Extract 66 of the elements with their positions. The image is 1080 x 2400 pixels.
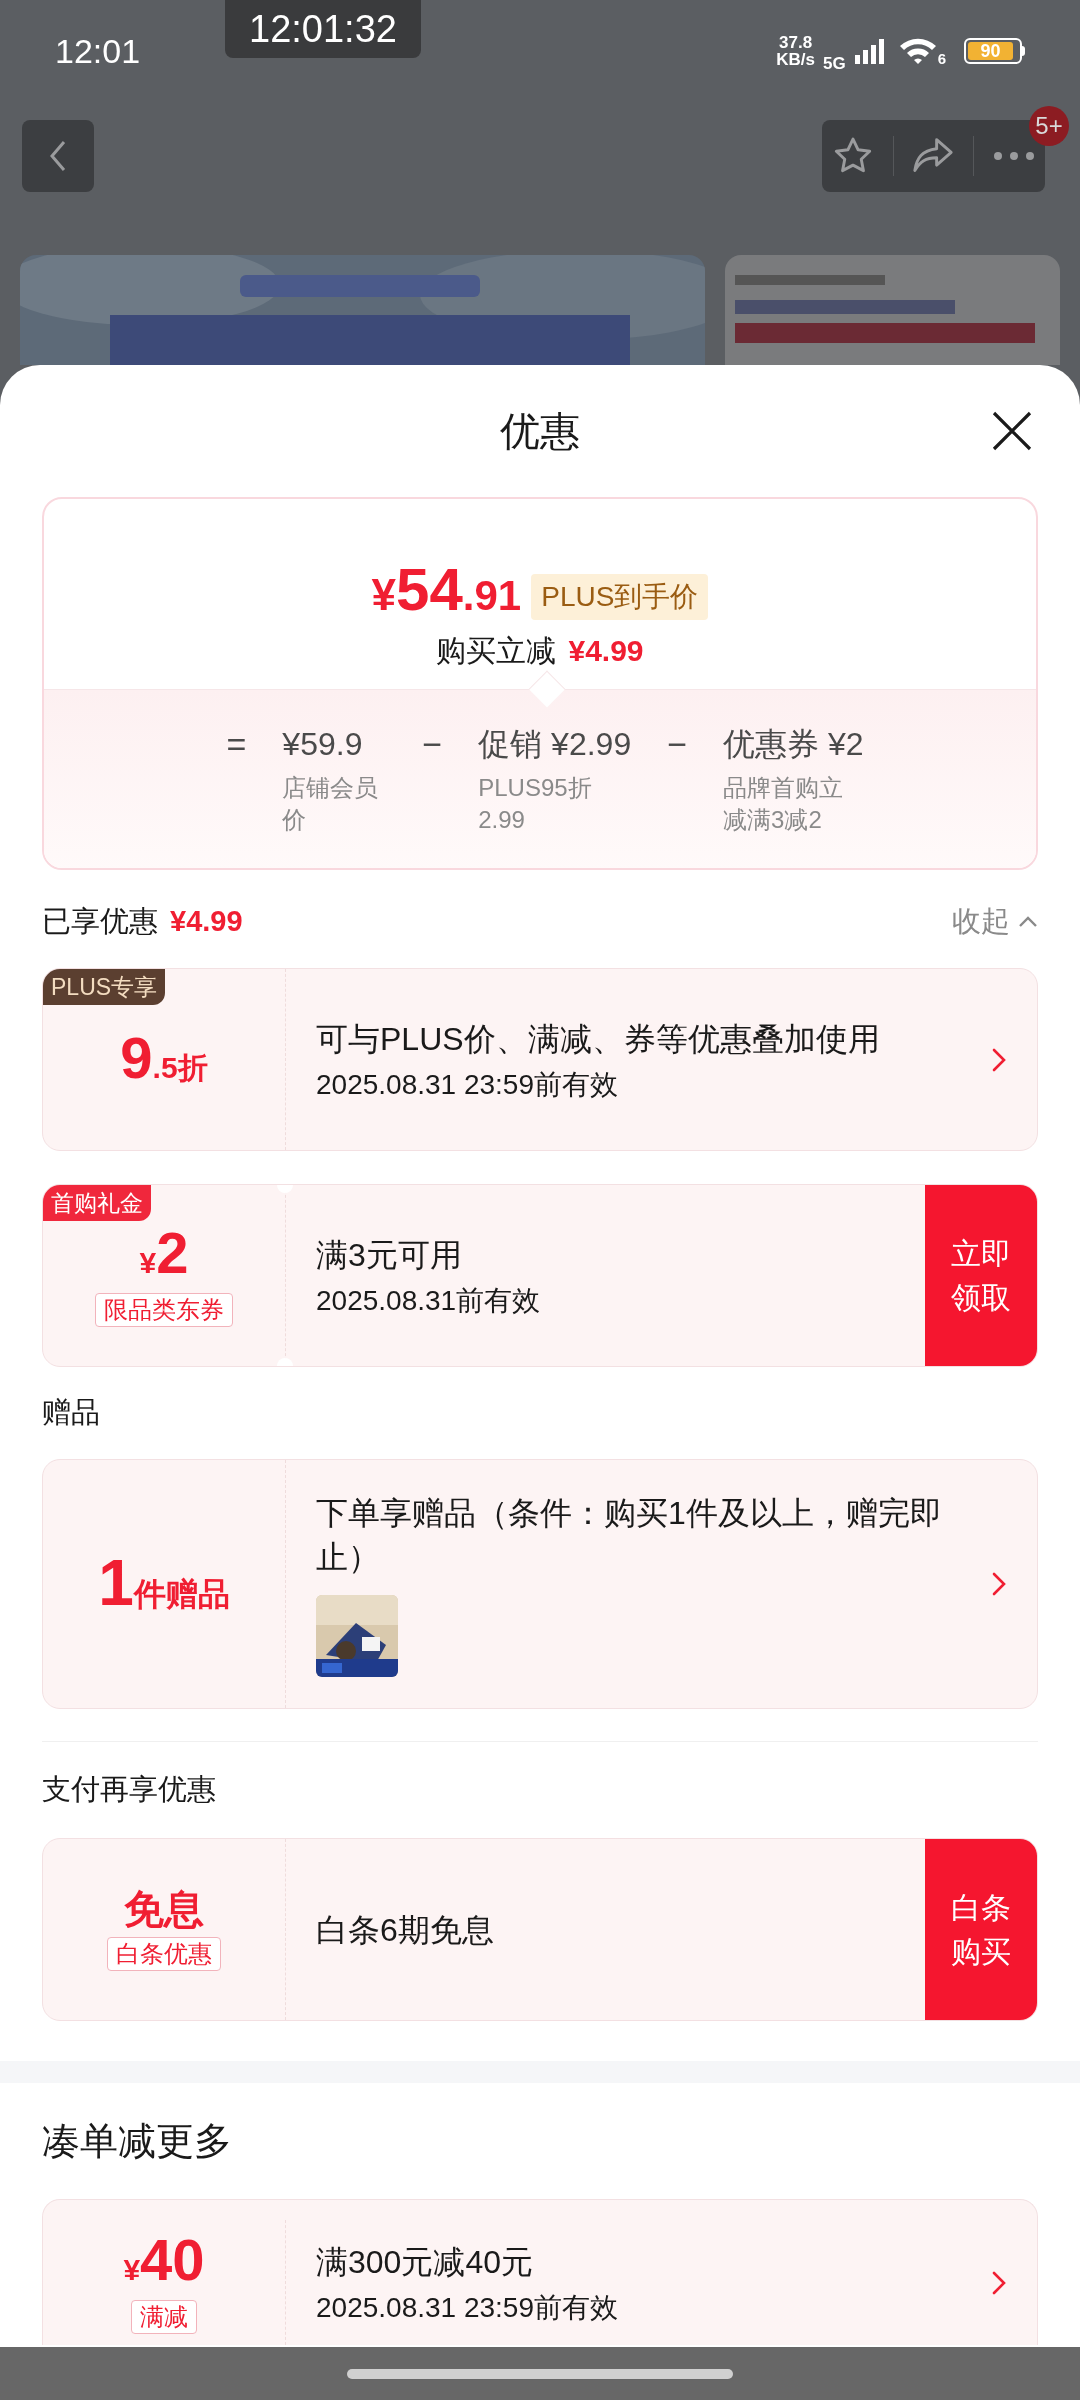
- coupon-validity: 2025.08.31 23:59前有效: [316, 1067, 619, 1102]
- coupon-title: 满300元减40元: [316, 2242, 534, 2282]
- breakdown-note: 品牌首购立减满3减2: [723, 773, 845, 835]
- operator: −: [422, 724, 443, 765]
- currency-symbol: ¥: [371, 570, 397, 621]
- coupon-validity: 2025.08.31 23:59前有效: [316, 2290, 619, 2325]
- coupon-unit: .5折: [152, 1050, 208, 1086]
- coupon-card[interactable]: ¥40 满减 满300元减40元 2025.08.31 23:59前有效: [42, 2199, 1038, 2345]
- breakdown-note: 店铺会员价: [282, 773, 380, 835]
- coupon-validity: 2025.08.31前有效: [316, 1283, 542, 1318]
- sheet-title: 优惠: [500, 408, 580, 455]
- back-button[interactable]: [22, 120, 94, 192]
- breakdown-amount: 优惠券 ¥2: [723, 725, 864, 764]
- coupon-title: 满3元可用: [316, 1235, 463, 1275]
- chevron-right-icon: [991, 2269, 1007, 2296]
- chevron-right-icon: [991, 1046, 1007, 1073]
- speed-unit: KB/s: [776, 51, 815, 68]
- battery-level: 90: [968, 42, 1013, 60]
- coupon-value: 1: [98, 1550, 134, 1615]
- coupon-title: 下单享赠品（条件：购买1件及以上，赠完即止）: [316, 1494, 943, 1577]
- instant-discount-label: 购买立减: [436, 633, 557, 669]
- applied-discount-amount: ¥4.99: [170, 904, 243, 940]
- network-type: 5G: [822, 53, 846, 76]
- more-icon[interactable]: [992, 151, 1037, 161]
- coupon-card[interactable]: PLUS专享 9.5折 可与PLUS价、满减、券等优惠叠加使用 2025.08.31 23:59前有效: [42, 968, 1038, 1151]
- coupon-card[interactable]: 免息 白条优惠 白条6期免息 白条购买: [42, 1838, 1038, 2021]
- price-decimal: .91: [462, 572, 522, 621]
- speed-value: 37.8: [779, 34, 813, 51]
- breakdown-note: PLUS95折2.99: [478, 773, 593, 835]
- chevron-right-icon: [991, 1571, 1007, 1597]
- coupon-title: 白条6期免息: [316, 1910, 495, 1950]
- close-icon[interactable]: [990, 409, 1034, 453]
- corner-tag: 首购礼金: [43, 1185, 151, 1221]
- coupon-type-tag: 限品类东券: [95, 1293, 233, 1327]
- section-heading: 支付再享优惠: [42, 1772, 216, 1808]
- section-heading: 凑单减更多: [42, 2118, 232, 2164]
- coupon-type-tag: 白条优惠: [107, 1936, 221, 1971]
- breakdown-amount: ¥59.9: [282, 725, 364, 764]
- claim-button[interactable]: 白条购买: [925, 1839, 1037, 2020]
- coupon-value: 40: [140, 2231, 205, 2289]
- operator: =: [226, 724, 247, 765]
- chevron-left-icon: [48, 139, 68, 173]
- currency-symbol: ¥: [123, 2253, 141, 2288]
- price-integer: 54: [396, 558, 463, 622]
- price-tag: PLUS到手价: [531, 574, 709, 620]
- section-heading: 赠品: [42, 1395, 100, 1431]
- coupon-value: 免息: [124, 1888, 204, 1929]
- applied-discount-label: 已享优惠: [42, 904, 158, 940]
- coupon-unit: 件赠品: [133, 1574, 230, 1614]
- coupon-value: 2: [156, 1224, 189, 1282]
- currency-symbol: ¥: [139, 1246, 157, 1281]
- coupon-card[interactable]: 1件赠品 下单享赠品（条件：购买1件及以上，赠完即止）: [42, 1459, 1038, 1709]
- coupon-type-tag: 满减: [131, 2300, 197, 2334]
- instant-discount-amount: ¥4.99: [568, 633, 644, 669]
- clock-overlay: 12:01:32: [225, 0, 421, 58]
- coupon-card[interactable]: 首购礼金 ¥2 限品类东券 满3元可用 2025.08.31前有效 立即领取: [42, 1184, 1038, 1367]
- status-time: 12:01: [55, 30, 141, 72]
- claim-button[interactable]: 立即领取: [925, 1185, 1037, 1366]
- coupon-title: 可与PLUS价、满减、券等优惠叠加使用: [316, 1019, 881, 1059]
- operator: −: [667, 724, 688, 765]
- coupon-value: 9: [120, 1029, 153, 1087]
- corner-tag: PLUS专享: [43, 969, 166, 1005]
- wifi-band-label: 6: [937, 51, 946, 66]
- home-indicator[interactable]: [347, 2368, 733, 2379]
- breakdown-amount: 促销 ¥2.99: [478, 725, 632, 764]
- notification-badge: 5+: [1029, 106, 1069, 146]
